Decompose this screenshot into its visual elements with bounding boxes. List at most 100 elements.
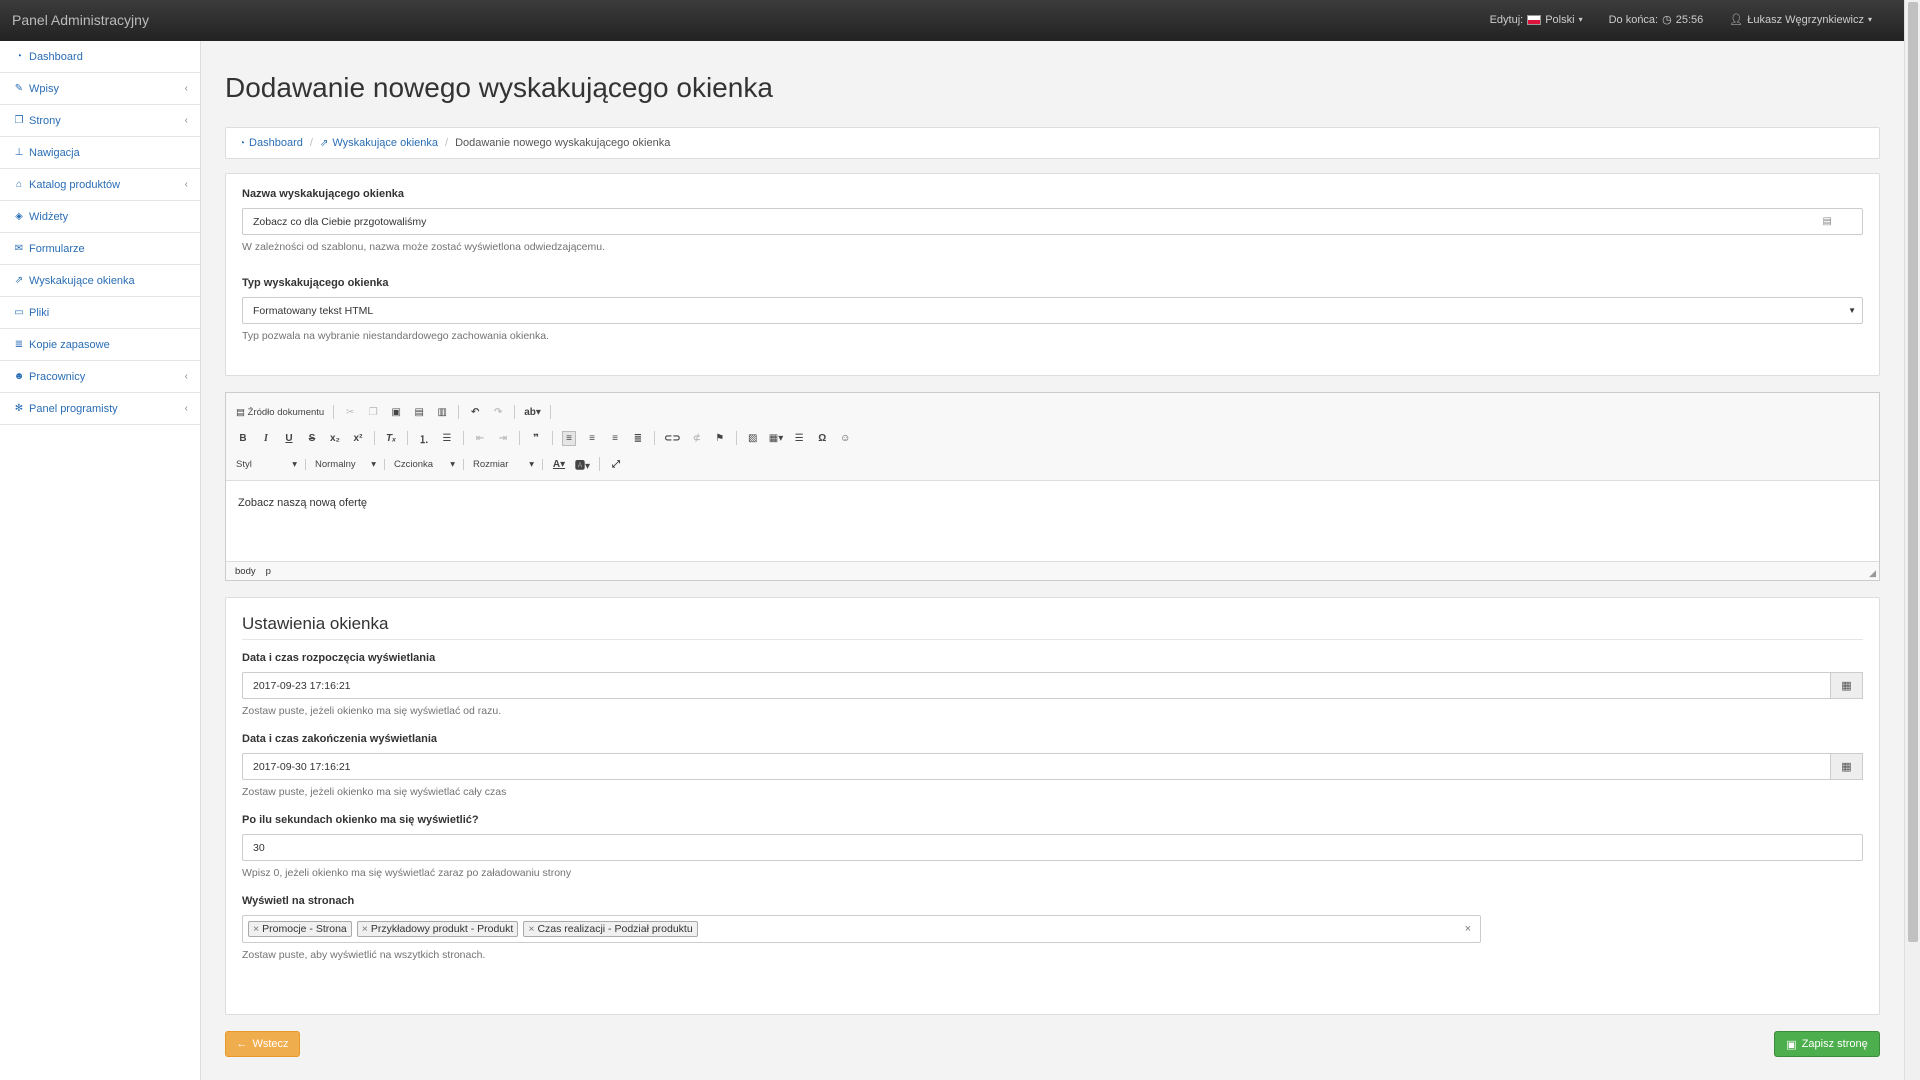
format-combo[interactable]: Normalny ▾ — [315, 458, 385, 470]
path-item[interactable]: body — [235, 566, 256, 577]
user-icon: 👤︎ — [1729, 14, 1744, 26]
background-color-icon[interactable]: 🅰︎▾ — [575, 457, 590, 472]
maximize-icon[interactable]: ⤢ — [609, 459, 623, 470]
basic-info-panel: Nazwa wyskakującego okienka Zobacz co dl… — [225, 173, 1880, 376]
breadcrumb-link-popups[interactable]: Wyskakujące okienka — [332, 137, 438, 149]
delay-group: Po ilu sekundach okienko ma się wyświetl… — [242, 814, 1863, 880]
back-button-label: Wstecz — [252, 1038, 289, 1050]
bold-icon[interactable]: B — [236, 433, 250, 444]
path-item[interactable]: p — [266, 566, 271, 577]
italic-icon[interactable]: I — [259, 433, 273, 444]
cube-icon: ◈ — [15, 211, 23, 222]
outdent-icon[interactable]: ⇤ — [473, 433, 487, 444]
copy-icon[interactable]: ❐ — [366, 407, 380, 418]
underline-icon[interactable]: U — [282, 433, 296, 444]
edit-label: Edytuj: — [1489, 13, 1524, 26]
sidebar-item-strony[interactable]: ❐ Strony ‹ — [0, 105, 200, 137]
rich-text-editor: ▤ Źródło dokumentu ✂ ❐ ▣ ▤ ▥ ↶ ↷ ab▾ B I… — [225, 392, 1880, 581]
remove-tag-icon[interactable]: × — [253, 923, 259, 935]
sidebar-item-kopie-zapasowe[interactable]: ≣ Kopie zapasowe — [0, 329, 200, 361]
table-icon[interactable]: ▦▾ — [769, 433, 783, 444]
align-justify-icon[interactable]: ≣ — [631, 433, 645, 444]
subscript-icon[interactable]: x₂ — [328, 433, 342, 444]
sidebar-item-wpisy[interactable]: ✎ Wpisy ‹ — [0, 73, 200, 105]
paste-text-icon[interactable]: ▤ — [412, 407, 426, 418]
start-date-help: Zostaw puste, jeżeli okienko ma się wyśw… — [242, 705, 502, 717]
sidebar-item-pliki[interactable]: ▭ Pliki — [0, 297, 200, 329]
name-field[interactable]: Zobacz co dla Ciebie przgotowaliśmy ▤ — [242, 208, 1863, 235]
remove-tag-icon[interactable]: × — [528, 923, 534, 935]
breadcrumb-current: Dodawanie nowego wyskakującego okienka — [455, 137, 671, 149]
size-combo[interactable]: Rozmiar ▾ — [473, 458, 543, 470]
breadcrumb-link-dashboard[interactable]: Dashboard — [249, 137, 303, 149]
sidebar-item-label: Widżety — [29, 210, 69, 223]
sidebar-item-nawigacja[interactable]: ⊥ Nawigacja — [0, 137, 200, 169]
chevron-left-icon: ‹ — [184, 83, 188, 94]
page-title: Dodawanie nowego wyskakującego okienka — [225, 72, 773, 103]
align-right-icon[interactable]: ≡ — [608, 433, 622, 444]
horizontal-line-icon[interactable]: ☰ — [792, 433, 806, 444]
end-date-field[interactable]: 2017-09-30 17:16:21 — [242, 753, 1831, 780]
numbered-list-icon[interactable]: ⒈ — [417, 431, 431, 446]
remove-format-icon[interactable]: Tₓ — [384, 433, 398, 444]
spellcheck-icon[interactable]: ab▾ — [524, 407, 541, 418]
sidebar-item-dashboard[interactable]: ◔ Dashboard — [0, 41, 200, 73]
toolbar-row-1: ▤ Źródło dokumentu ✂ ❐ ▣ ▤ ▥ ↶ ↷ ab▾ — [236, 399, 1869, 425]
align-left-icon[interactable]: ≡ — [562, 430, 576, 446]
link-icon[interactable]: ⊂⊃ — [664, 433, 681, 444]
start-date-field[interactable]: 2017-09-23 17:16:21 — [242, 672, 1831, 699]
pages-help: Zostaw puste, aby wyświetlić na wszytkic… — [242, 949, 486, 961]
calendar-grid-icon[interactable]: ▦ — [1831, 753, 1863, 780]
paste-icon[interactable]: ▣ — [389, 407, 403, 418]
text-color-icon[interactable]: A▾ — [552, 459, 566, 470]
language-dropdown[interactable]: Edytuj: Polski ▾ — [1490, 14, 1583, 26]
undo-icon[interactable]: ↶ — [468, 407, 482, 418]
font-combo[interactable]: Czcionka ▾ — [394, 458, 464, 470]
bank-icon: ⌂ — [15, 179, 23, 190]
anchor-flag-icon[interactable]: ⚑ — [713, 433, 727, 444]
align-center-icon[interactable]: ≡ — [585, 433, 599, 444]
breadcrumb: ◔ Dashboard / ⇗ Wyskakujące okienka / Do… — [225, 127, 1880, 159]
redo-icon[interactable]: ↷ — [491, 407, 505, 418]
caret-down-icon: ▾ — [1578, 15, 1583, 24]
type-select[interactable]: Formatowany tekst HTML ▼ — [242, 297, 1863, 324]
copy-icon: ❐ — [14, 115, 24, 126]
source-button[interactable]: ▤ Źródło dokumentu — [236, 407, 324, 418]
image-icon[interactable]: ▨ — [746, 433, 760, 444]
sidebar-item-pracownicy[interactable]: ☻ Pracownicy ‹ — [0, 361, 200, 393]
sidebar-item-wyskakujace-okienka[interactable]: ⇗ Wyskakujące okienka — [0, 265, 200, 297]
calendar-grid-icon[interactable]: ▦ — [1831, 672, 1863, 699]
user-dropdown[interactable]: 👤︎ Łukasz Węgrzynkiewicz ▾ — [1729, 13, 1872, 27]
resize-grip-icon[interactable]: ◢ — [1869, 568, 1876, 579]
save-button[interactable]: ▣ Zapisz stronę — [1774, 1031, 1880, 1057]
strikethrough-icon[interactable]: S — [305, 433, 319, 444]
type-help: Typ pozwala na wybranie niestandardowego… — [242, 330, 550, 342]
remove-tag-icon[interactable]: × — [362, 923, 368, 935]
cut-icon[interactable]: ✂ — [343, 407, 357, 418]
indent-icon[interactable]: ⇥ — [496, 433, 510, 444]
sidebar-item-widzety[interactable]: ◈ Widżety — [0, 201, 200, 233]
pages-multiselect[interactable]: × Promocje - Strona × Przykładowy produkt … — [242, 915, 1481, 943]
top-navbar: Panel Administracyjny Edytuj: Polski ▾ D… — [0, 0, 1904, 41]
editor-content[interactable]: Zobacz naszą nową ofertę — [226, 481, 1879, 561]
end-date-help: Zostaw puste, jeżeli okienko ma się wyśw… — [242, 786, 507, 798]
page-scrollbar[interactable] — [1904, 0, 1920, 1080]
style-combo[interactable]: Styl ▾ — [236, 458, 306, 470]
superscript-icon[interactable]: x² — [351, 433, 365, 444]
scrollbar-thumb[interactable] — [1908, 2, 1918, 942]
bulleted-list-icon[interactable]: ☰ — [440, 433, 454, 444]
special-char-icon[interactable]: Ω — [815, 433, 829, 444]
clear-all-icon[interactable]: × — [1465, 923, 1471, 935]
sidebar-item-katalog-produktow[interactable]: ⌂ Katalog produktów ‹ — [0, 169, 200, 201]
app-title[interactable]: Panel Administracyjny — [12, 12, 149, 28]
edit-icon: ✎ — [14, 83, 24, 94]
delay-field[interactable]: 30 — [242, 834, 1863, 861]
back-button[interactable]: ← Wstecz — [225, 1031, 300, 1057]
unlink-icon[interactable]: ⊄ — [690, 433, 704, 444]
dashboard-icon: ◔ — [15, 51, 23, 62]
paste-word-icon[interactable]: ▥ — [435, 407, 449, 418]
sidebar-item-panel-programisty[interactable]: ✻ Panel programisty ‹ — [0, 393, 200, 425]
smiley-icon[interactable]: ☺ — [838, 433, 852, 444]
sidebar-item-formularze[interactable]: ✉ Formularze — [0, 233, 200, 265]
blockquote-icon[interactable]: ❞ — [529, 433, 543, 444]
